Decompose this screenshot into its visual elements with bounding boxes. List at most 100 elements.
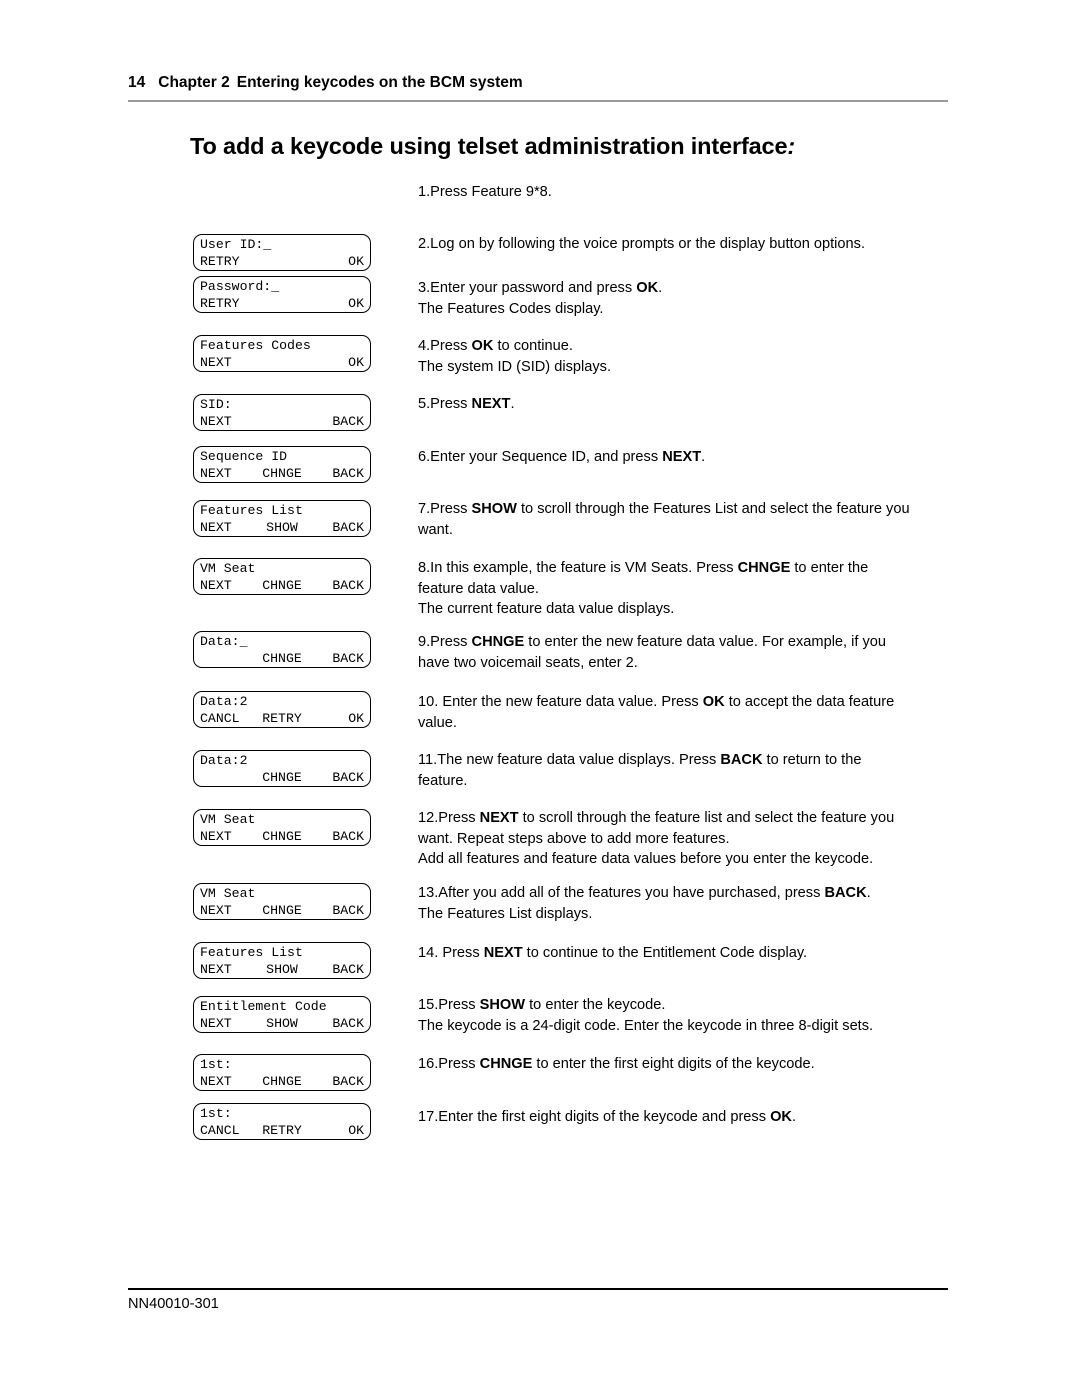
display-text-line: Features List [200,503,303,518]
softkey-back[interactable]: BACK [309,828,364,845]
softkey-cancl[interactable]: CANCL [200,1122,255,1139]
softkey-show[interactable]: SHOW [255,961,310,978]
softkey-next[interactable]: NEXT [200,465,255,482]
display-text-line: VM Seat [200,886,256,901]
step-line: The current feature data value displays. [418,599,950,620]
softkey-ok[interactable]: OK [282,253,364,270]
display-text-line: 1st: [200,1106,232,1121]
step-text: 8.In this example, the feature is VM Sea… [418,560,738,576]
softkey-reference: NEXT [479,810,519,826]
softkey-reference: SHOW [479,997,526,1013]
softkey-ok[interactable]: OK [282,354,364,371]
telset-display-vm-seat-2: VM Seat NEXT CHNGE BACK [193,809,371,846]
step-text: to continue to the Entitlement Code disp… [522,945,808,961]
softkey-back[interactable]: BACK [309,769,364,786]
softkey-retry[interactable]: RETRY [200,295,282,312]
display-text-line: Password:_ [200,279,280,294]
display-text-line: Entitlement Code [200,999,327,1014]
step-text: . [510,396,515,412]
page-title-text: To add a keycode using telset administra… [190,133,788,159]
step-line: have two voicemail seats, enter 2. [418,653,950,674]
softkey-next[interactable]: NEXT [200,354,282,371]
display-softkey-row: CHNGE BACK [200,650,364,667]
softkey-chnge[interactable]: CHNGE [255,902,310,919]
step-line: 3.Enter your password and press OK. [418,278,950,299]
step-line: 14. Press NEXT to continue to the Entitl… [418,943,950,964]
display-softkey-row: NEXT SHOW BACK [200,1015,364,1032]
softkey-back[interactable]: BACK [309,1073,364,1090]
step-text: to accept the data feature [724,694,895,710]
softkey-next[interactable]: NEXT [200,519,255,536]
softkey-next[interactable]: NEXT [200,961,255,978]
softkey-back[interactable]: BACK [282,413,364,430]
step-text: feature. [418,772,468,789]
step-line: want. Repeat steps above to add more fea… [418,829,950,850]
softkey-chnge[interactable]: CHNGE [255,465,310,482]
softkey-back[interactable]: BACK [309,650,364,667]
step-text: 13.After you add all of the features you… [418,885,825,901]
step-text: 12.Press [418,810,480,826]
softkey-back[interactable]: BACK [309,577,364,594]
display-softkey-row: RETRY OK [200,253,364,270]
step-text: Add all features and feature data values… [418,851,874,867]
softkey-chnge[interactable]: CHNGE [255,650,310,667]
step-text: The Features List displays. [418,905,593,922]
display-softkey-row: CANCL RETRY OK [200,1122,364,1139]
softkey-back[interactable]: BACK [309,902,364,919]
softkey-chnge[interactable]: CHNGE [255,577,310,594]
display-softkey-row: RETRY OK [200,295,364,312]
softkey-ok[interactable]: OK [309,1122,364,1139]
step-text: 11.The new feature data value displays. … [418,752,721,768]
softkey-ok[interactable]: OK [282,295,364,312]
page-title-colon: : [787,133,796,159]
softkey-back[interactable]: BACK [309,1015,364,1032]
document-page: 14 Chapter 2 Entering keycodes on the BC… [0,0,1080,1397]
softkey-back[interactable]: BACK [309,961,364,978]
telset-display-first-set-prompt: 1st: NEXT CHNGE BACK [193,1054,371,1091]
display-softkey-row: NEXT CHNGE BACK [200,828,364,845]
step-16: 16.Press CHNGE to enter the first eight … [418,1054,950,1075]
softkey-cancl[interactable]: CANCL [200,710,255,727]
softkey-next[interactable]: NEXT [200,828,255,845]
softkey-next[interactable]: NEXT [200,577,255,594]
step-line: The keycode is a 24-digit code. Enter th… [418,1016,950,1037]
softkey-retry[interactable]: RETRY [255,710,310,727]
softkey-retry[interactable]: RETRY [200,253,282,270]
display-softkey-row: NEXT BACK [200,413,364,430]
step-line: 7.Press SHOW to scroll through the Featu… [418,499,950,520]
softkey-chnge[interactable]: CHNGE [255,769,310,786]
step-10: 10. Enter the new feature data value. Pr… [418,692,950,733]
display-text-line: Data:_ [200,634,248,649]
softkey-back[interactable]: BACK [309,519,364,536]
telset-display-vm-seat-1: VM Seat NEXT CHNGE BACK [193,558,371,595]
display-text-line: Data:2 [200,694,248,709]
step-text: 1.Press Feature 9*8. [418,184,552,200]
step-text: . [866,885,871,901]
softkey-retry[interactable]: RETRY [255,1122,310,1139]
softkey-next[interactable]: NEXT [200,413,282,430]
step-text: 17.Enter the first eight digits of the k… [418,1109,771,1125]
telset-display-entitlement-code: Entitlement Code NEXT SHOW BACK [193,996,371,1033]
softkey-next[interactable]: NEXT [200,1073,255,1090]
header-page-number: 14 [128,74,146,91]
step-text: feature data value. [418,580,539,597]
softkey-ok[interactable]: OK [309,710,364,727]
softkey-chnge[interactable]: CHNGE [255,1073,310,1090]
softkey-chnge[interactable]: CHNGE [255,828,310,845]
display-text-line: Sequence ID [200,449,288,464]
step-line: 10. Enter the new feature data value. Pr… [418,692,950,713]
telset-display-sid: SID: NEXT BACK [193,394,371,431]
footer-divider-rule [128,1288,948,1290]
step-line: 9.Press CHNGE to enter the new feature d… [418,632,950,653]
display-softkey-row: NEXT CHNGE BACK [200,577,364,594]
step-line: value. [418,713,950,734]
softkey-show[interactable]: SHOW [255,1015,310,1032]
step-text: 5.Press [418,396,472,412]
softkey-back[interactable]: BACK [309,465,364,482]
softkey-next[interactable]: NEXT [200,1015,255,1032]
step-text: to enter the new feature data value. For… [524,634,887,650]
display-text-line: Data:2 [200,753,248,768]
step-5: 5.Press NEXT. [418,394,950,415]
softkey-next[interactable]: NEXT [200,902,255,919]
softkey-show[interactable]: SHOW [255,519,310,536]
